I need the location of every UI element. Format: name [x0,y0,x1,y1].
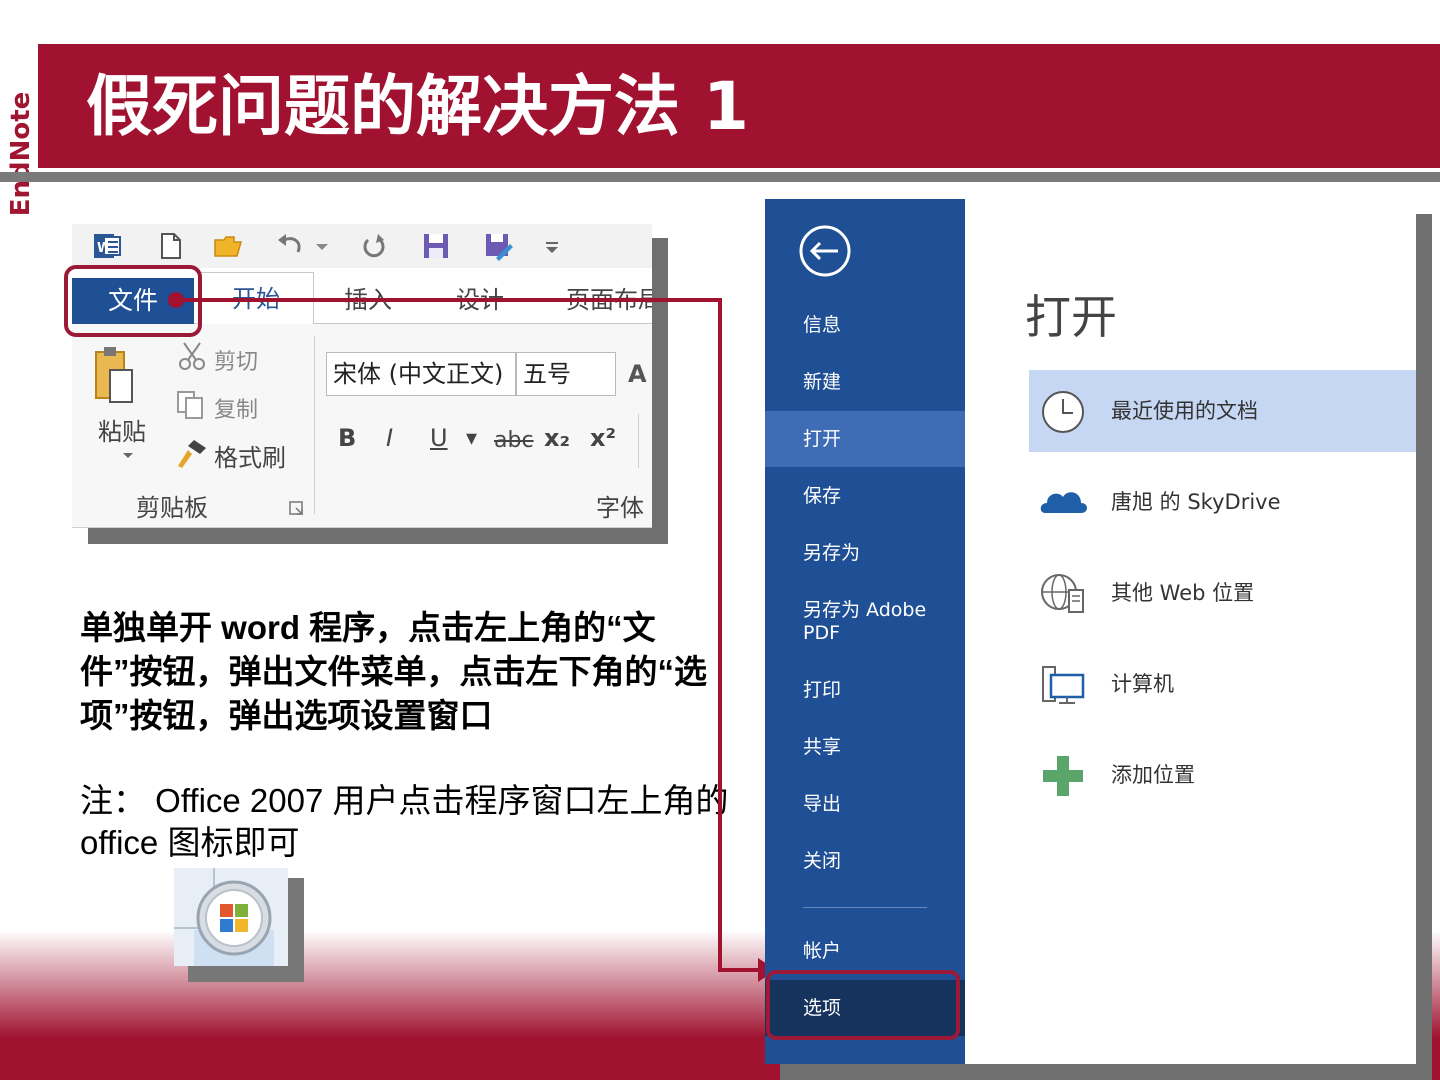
undo-icon[interactable] [274,230,306,262]
backstage-item-print[interactable]: 打印 [765,662,965,718]
paste-icon[interactable] [94,344,134,408]
customize-toolbar-icon[interactable] [536,230,568,262]
underline-button[interactable]: U [430,424,448,452]
location-label: 添加位置 [1111,763,1195,787]
grow-font-button[interactable]: A [628,360,647,388]
backstage-menu: 信息 新建 打开 保存 另存为 另存为 Adobe PDF 打印 共享 导出 关… [765,199,965,1064]
cloud-icon [1040,492,1087,513]
globe-icon [1041,574,1084,613]
save-icon[interactable] [420,230,452,262]
quick-access-toolbar: W [72,224,652,268]
dialog-launcher-icon[interactable] [288,500,306,518]
undo-dropdown-icon[interactable] [306,230,338,262]
bold-button[interactable]: B [338,424,356,452]
strikethrough-button[interactable]: abc [494,428,534,453]
open-folder-icon[interactable] [212,230,244,262]
page-title: 假死问题的解决方法 1 [86,68,749,145]
backstage-item-share[interactable]: 共享 [765,719,965,775]
note-text: 注： Office 2007 用户点击程序窗口左上角的 office 图标即可 [80,782,729,861]
save-as-icon[interactable] [482,230,514,262]
endnote-logo: EndNote [2,44,36,217]
backstage-item-open[interactable]: 打开 [765,411,965,467]
format-painter-label[interactable]: 格式刷 [214,438,286,473]
paste-dropdown-icon[interactable] [120,448,136,464]
font-name-select[interactable]: 宋体 (中文正文) [326,352,516,396]
backstage-open-panel: 打开 最近使用的文档 唐旭 的 SkyDrive 其他 Web 位置 计算机 添… [965,199,1416,1064]
location-skydrive[interactable]: 唐旭 的 SkyDrive [1029,461,1416,543]
superscript-button[interactable]: x² [590,424,616,452]
backstage-item-save-as[interactable]: 另存为 [765,525,965,581]
italic-button[interactable]: I [386,424,393,452]
backstage-item-save[interactable]: 保存 [765,468,965,524]
ribbon-body: 粘贴 剪切 复制 格式刷 剪贴板 宋体 (中文正文) 五号 A B I U ▾ … [72,324,652,527]
redo-icon[interactable] [358,230,390,262]
group-divider [638,414,639,468]
plus-icon [1043,756,1083,796]
logo-text: EndNote [6,91,36,217]
tab-layout[interactable]: 页面布局 [566,280,652,315]
menu-separator [803,907,927,908]
format-painter-icon[interactable] [174,436,210,470]
open-heading: 打开 [1025,290,1117,344]
location-label: 其他 Web 位置 [1111,581,1255,605]
svg-text:W: W [97,241,111,256]
word-icon: W [94,234,121,258]
subscript-button[interactable]: x₂ [544,424,570,452]
tab-design[interactable]: 设计 [456,280,504,315]
cut-label[interactable]: 剪切 [214,344,258,376]
backstage-item-save-as-pdf[interactable]: 另存为 Adobe PDF [765,593,935,649]
file-button-highlight [64,265,202,337]
clock-icon [1042,391,1084,433]
location-label: 计算机 [1111,672,1174,696]
clipboard-group-label: 剪贴板 [136,494,208,522]
title-bar: 假死问题的解决方法 1 [38,44,1440,168]
tab-insert[interactable]: 插入 [344,280,392,315]
backstage-item-info[interactable]: 信息 [765,297,965,353]
title-divider [0,172,1440,182]
font-group-label: 字体 [596,494,644,522]
office-2007-button-screenshot [174,868,288,966]
cut-icon[interactable] [176,340,208,372]
copy-label[interactable]: 复制 [214,392,258,424]
backstage-item-export[interactable]: 导出 [765,776,965,832]
location-computer[interactable]: 计算机 [1029,643,1416,725]
location-recent[interactable]: 最近使用的文档 [1029,370,1416,452]
location-label: 最近使用的文档 [1111,399,1258,423]
computer-icon [1042,666,1085,704]
location-label: 唐旭 的 SkyDrive [1111,490,1281,514]
office-logo-icon[interactable] [174,868,288,966]
underline-dropdown[interactable]: ▾ [466,426,477,451]
options-button-highlight [766,970,960,1040]
group-divider [314,336,315,514]
location-web[interactable]: 其他 Web 位置 [1029,552,1416,634]
instruction-text: 单独单开 word 程序，点击左上角的“文件”按钮，弹出文件菜单，点击左下角的“… [80,609,707,734]
backstage-item-new[interactable]: 新建 [765,354,965,410]
copy-icon[interactable] [174,388,206,420]
new-document-icon[interactable] [154,230,186,262]
paste-label[interactable]: 粘贴 [98,412,146,447]
backstage-item-close[interactable]: 关闭 [765,833,965,889]
back-arrow-icon[interactable] [798,224,852,278]
tab-home[interactable]: 开始 [198,272,314,325]
font-size-select[interactable]: 五号 [516,352,616,396]
location-add-place[interactable]: 添加位置 [1029,734,1416,816]
